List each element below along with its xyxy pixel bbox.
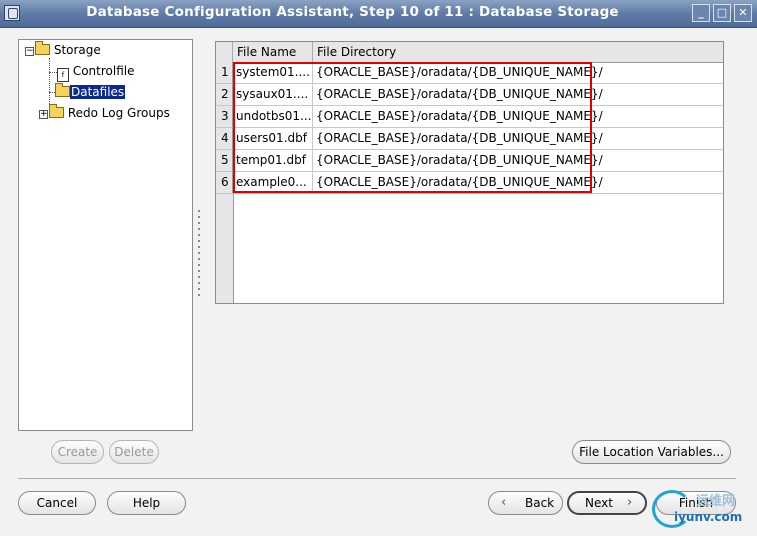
- file-directory-cell[interactable]: {ORACLE_BASE}/oradata/{DB_UNIQUE_NAME}/: [313, 128, 723, 150]
- tree-item-label: Datafiles: [70, 85, 126, 99]
- datafiles-table[interactable]: File Name File Directory 1 system01.... {O…: [215, 41, 724, 304]
- row-number: 5: [216, 150, 233, 172]
- watermark-url: iyunv.com: [674, 510, 743, 524]
- back-label: Back: [525, 496, 555, 510]
- watermark-logo: 运维网 iyunv.com: [652, 488, 752, 532]
- column-header-file-name[interactable]: File Name: [233, 42, 313, 62]
- storage-tree[interactable]: − Storage f Controlfile Datafiles + Redo…: [18, 39, 193, 431]
- splitter-handle[interactable]: [197, 210, 201, 300]
- table-row[interactable]: 3 undotbs01... {ORACLE_BASE}/oradata/{DB_U…: [216, 106, 723, 128]
- file-directory-cell[interactable]: {ORACLE_BASE}/oradata/{DB_UNIQUE_NAME}/: [313, 172, 723, 194]
- tree-item-datafiles[interactable]: Datafiles: [55, 83, 126, 101]
- expand-icon[interactable]: +: [39, 110, 48, 119]
- minimize-button[interactable]: _: [692, 4, 710, 22]
- table-row[interactable]: 1 system01.... {ORACLE_BASE}/oradata/{DB_U…: [216, 62, 723, 84]
- row-number: 3: [216, 106, 233, 128]
- tree-item-redo-log-groups[interactable]: + Redo Log Groups: [39, 104, 170, 122]
- folder-icon: [55, 83, 70, 97]
- file-name-cell[interactable]: undotbs01...: [233, 106, 313, 128]
- cancel-button[interactable]: Cancel: [18, 491, 96, 515]
- file-location-variables-button[interactable]: File Location Variables...: [572, 440, 731, 464]
- watermark-text: 运维网: [696, 494, 736, 509]
- next-label: Next: [585, 496, 613, 510]
- collapse-icon[interactable]: −: [25, 47, 34, 56]
- table-row[interactable]: 5 temp01.dbf {ORACLE_BASE}/oradata/{DB_UNI…: [216, 150, 723, 172]
- document-icon: f: [57, 68, 69, 82]
- row-number-header: [216, 42, 233, 62]
- tree-item-label: Storage: [53, 43, 101, 57]
- tree-item-label: Controlfile: [72, 64, 135, 78]
- divider: [18, 478, 736, 479]
- close-button[interactable]: ✕: [734, 4, 752, 22]
- tree-item-controlfile[interactable]: f Controlfile: [57, 64, 135, 82]
- maximize-button[interactable]: □: [713, 4, 731, 22]
- chevron-left-icon: ‹: [501, 495, 507, 510]
- row-number: 6: [216, 172, 233, 194]
- folder-icon: [49, 104, 64, 118]
- help-button[interactable]: Help: [107, 491, 186, 515]
- back-button[interactable]: ‹ Back: [488, 491, 563, 515]
- file-directory-cell[interactable]: {ORACLE_BASE}/oradata/{DB_UNIQUE_NAME}/: [313, 62, 723, 84]
- table-header: File Name File Directory: [216, 42, 723, 63]
- row-number: 2: [216, 84, 233, 106]
- chevron-right-icon: ›: [627, 495, 633, 510]
- file-directory-cell[interactable]: {ORACLE_BASE}/oradata/{DB_UNIQUE_NAME}/: [313, 150, 723, 172]
- row-number: 4: [216, 128, 233, 150]
- file-name-cell[interactable]: sysaux01....: [233, 84, 313, 106]
- folder-icon: [35, 41, 50, 55]
- table-row[interactable]: 2 sysaux01.... {ORACLE_BASE}/oradata/{DB_U…: [216, 84, 723, 106]
- tree-item-storage[interactable]: − Storage: [25, 41, 101, 59]
- next-button[interactable]: Next ›: [567, 491, 647, 515]
- column-header-file-directory[interactable]: File Directory: [313, 42, 723, 62]
- file-directory-cell[interactable]: {ORACLE_BASE}/oradata/{DB_UNIQUE_NAME}/: [313, 106, 723, 128]
- table-row[interactable]: 4 users01.dbf {ORACLE_BASE}/oradata/{DB_UN…: [216, 128, 723, 150]
- file-name-cell[interactable]: temp01.dbf: [233, 150, 313, 172]
- row-number: 1: [216, 62, 233, 84]
- file-name-cell[interactable]: users01.dbf: [233, 128, 313, 150]
- file-name-cell[interactable]: system01....: [233, 62, 313, 84]
- delete-button[interactable]: Delete: [109, 440, 159, 464]
- file-name-cell[interactable]: example0...: [233, 172, 313, 194]
- file-directory-cell[interactable]: {ORACLE_BASE}/oradata/{DB_UNIQUE_NAME}/: [313, 84, 723, 106]
- title-bar[interactable]: Database Configuration Assistant, Step 1…: [0, 0, 757, 28]
- app-menu-icon[interactable]: [4, 5, 20, 21]
- table-row[interactable]: 6 example0... {ORACLE_BASE}/oradata/{DB_UN…: [216, 172, 723, 194]
- create-button[interactable]: Create: [51, 440, 104, 464]
- tree-item-label: Redo Log Groups: [67, 106, 170, 120]
- window-title: Database Configuration Assistant, Step 1…: [86, 4, 619, 20]
